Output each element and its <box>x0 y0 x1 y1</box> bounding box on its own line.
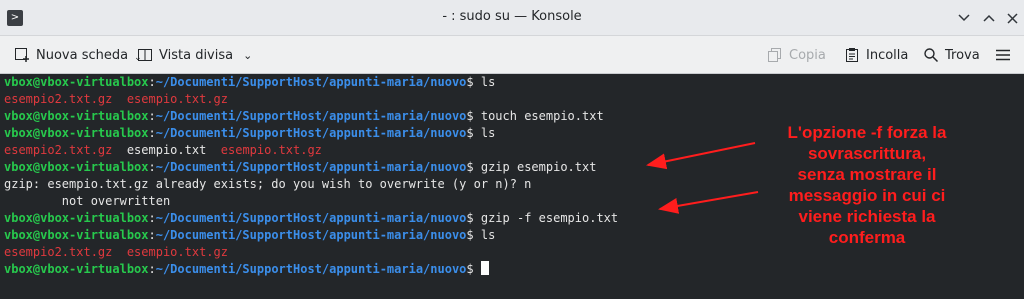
chevron-down-icon[interactable] <box>955 9 973 27</box>
annotation-line: L'opzione -f forza la <box>787 123 947 142</box>
copy-icon <box>767 47 783 63</box>
new-tab-label: Nuova scheda <box>36 47 129 63</box>
text-cursor <box>480 261 489 275</box>
terminal-line: vbox@vbox-virtualbox:~/Documenti/Support… <box>4 261 1024 278</box>
title-bar: > - : sudo su — Konsole <box>0 0 1024 36</box>
split-view-button[interactable]: Vista divisa ⌄ <box>137 36 252 74</box>
copy-label: Copia <box>789 47 826 63</box>
copy-button[interactable]: Copia <box>767 36 826 74</box>
paste-icon <box>844 47 860 63</box>
annotation-line: sovrascrittura, <box>807 144 927 163</box>
annotation-line: conferma <box>828 228 906 247</box>
annotation-line: viene richiesta la <box>798 207 936 226</box>
split-view-label: Vista divisa <box>159 47 234 63</box>
terminal-line: vbox@vbox-virtualbox:~/Documenti/Support… <box>4 75 496 89</box>
new-tab-button[interactable]: Nuova scheda ⌄ <box>14 36 142 74</box>
find-label: Trova <box>945 47 980 63</box>
annotation-callout: L'opzione -f forza la sovrascrittura, se… <box>752 122 982 248</box>
search-icon <box>923 47 939 63</box>
new-tab-icon <box>14 47 30 63</box>
terminal-line: esempio2.txt.gz esempio.txt.gz <box>4 92 228 106</box>
toolbar: Nuova scheda ⌄ Vista divisa ⌄ Copia Inco… <box>0 36 1024 74</box>
hamburger-menu-button[interactable] <box>995 36 1011 74</box>
window-title: - : sudo su — Konsole <box>442 9 582 24</box>
find-button[interactable]: Trova <box>923 36 980 74</box>
chevron-down-icon[interactable]: ⌄ <box>243 49 252 62</box>
annotation-line: senza mostrare il <box>797 165 937 184</box>
maximize-icon[interactable] <box>980 9 998 27</box>
paste-button[interactable]: Incolla <box>844 36 908 74</box>
paste-label: Incolla <box>866 47 909 63</box>
annotation-line: messaggio in cui ci <box>788 186 946 205</box>
close-icon[interactable] <box>1003 9 1021 27</box>
hamburger-menu-icon <box>995 47 1011 63</box>
split-view-icon <box>137 47 153 63</box>
